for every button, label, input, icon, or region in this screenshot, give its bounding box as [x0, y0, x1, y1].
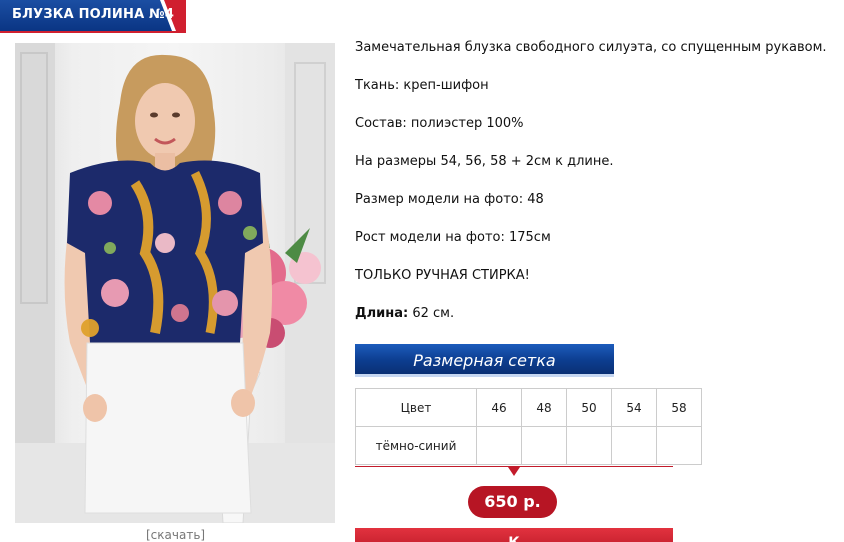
description-length: Длина: 62 см.: [355, 306, 454, 321]
buy-button[interactable]: К: [355, 528, 673, 542]
description-fabric: Ткань: креп-шифон: [355, 78, 489, 93]
download-link[interactable]: [скачать]: [146, 528, 205, 542]
description-care: ТОЛЬКО РУЧНАЯ СТИРКА!: [355, 268, 530, 283]
table-row: Цвет 46 48 50 54 58: [355, 388, 702, 427]
description-model-height: Рост модели на фото: 175см: [355, 230, 551, 245]
table-row: тёмно-синий: [355, 426, 702, 465]
size-availability-cell[interactable]: [521, 426, 567, 465]
length-label: Длина:: [355, 306, 409, 321]
size-cell: 58: [656, 388, 702, 427]
size-cell: 54: [611, 388, 657, 427]
size-availability-cell[interactable]: [566, 426, 612, 465]
price-arrow-icon: [508, 467, 520, 476]
size-availability-cell[interactable]: [476, 426, 522, 465]
size-chart-button[interactable]: Размерная сетка: [355, 344, 614, 377]
size-table: Цвет 46 48 50 54 58 тёмно-синий: [355, 388, 702, 465]
size-cell: 50: [566, 388, 612, 427]
price-badge: 650 р.: [468, 486, 557, 518]
description-model-size: Размер модели на фото: 48: [355, 192, 544, 207]
product-title: БЛУЗКА ПОЛИНА №4: [12, 7, 175, 22]
color-name-cell: тёмно-синий: [355, 426, 477, 465]
size-availability-cell[interactable]: [611, 426, 657, 465]
size-availability-cell[interactable]: [656, 426, 702, 465]
description-sizes: На размеры 54, 56, 58 + 2см к длине.: [355, 154, 614, 169]
title-underline: [0, 31, 186, 33]
length-value: 62 см.: [412, 306, 455, 321]
size-cell: 48: [521, 388, 567, 427]
product-photo[interactable]: [15, 43, 335, 523]
description-intro: Замечательная блузка свободного силуэта,…: [355, 40, 827, 55]
size-cell: 46: [476, 388, 522, 427]
description-composition: Состав: полиэстер 100%: [355, 116, 524, 131]
product-title-tab: БЛУЗКА ПОЛИНА №4: [0, 0, 186, 31]
color-header-cell: Цвет: [355, 388, 477, 427]
